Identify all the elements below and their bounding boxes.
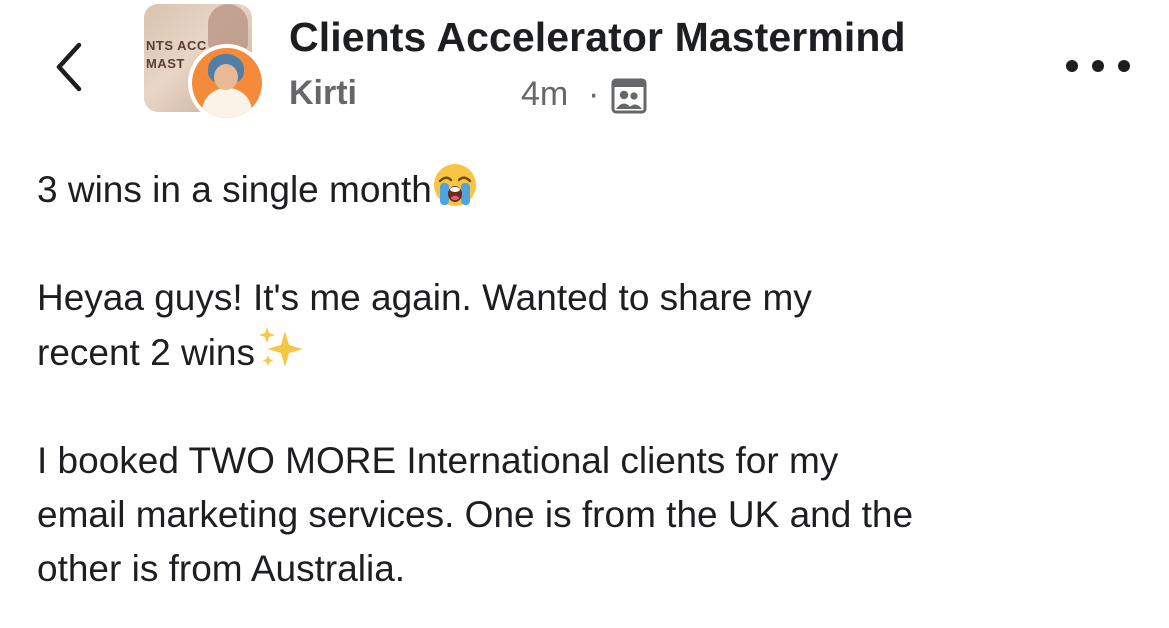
post-timestamp[interactable]: 4m: [521, 75, 568, 114]
sparkles-icon: [259, 327, 303, 367]
meta-separator: ·: [588, 75, 600, 113]
post-text-line: I booked TWO MORE International clients …: [37, 440, 839, 481]
author-name[interactable]: Kirti: [289, 74, 357, 113]
back-button[interactable]: [44, 34, 94, 100]
post-text-line: other is from Australia.: [37, 548, 406, 589]
author-avatar-image: [192, 48, 262, 118]
post-text-line: 3 wins in a single month: [37, 162, 1147, 217]
loudly-crying-face-icon: [433, 164, 476, 206]
group-members-icon: [611, 78, 647, 114]
post-text-line: Heyaa guys! It's me again. Wanted to sha…: [37, 277, 812, 318]
post-body: 3 wins in a single month Heyaa guys! It'…: [37, 162, 1147, 596]
more-options-button[interactable]: [1066, 52, 1130, 80]
author-avatar[interactable]: [188, 44, 266, 122]
more-horizontal-icon: [1066, 60, 1078, 72]
post-header: NTS ACC MAST Clients Accelerator Masterm…: [0, 0, 1169, 130]
post-meta: Kirti 4m ·: [289, 74, 689, 116]
group-avatar-text: MAST: [146, 56, 185, 71]
chevron-left-icon: [56, 42, 82, 92]
group-avatar-text: NTS ACC: [146, 38, 207, 53]
post-text-line: recent 2 wins: [37, 325, 1147, 380]
post-text-line: email marketing services. One is from th…: [37, 494, 914, 535]
group-name[interactable]: Clients Accelerator Mastermind: [289, 14, 906, 61]
